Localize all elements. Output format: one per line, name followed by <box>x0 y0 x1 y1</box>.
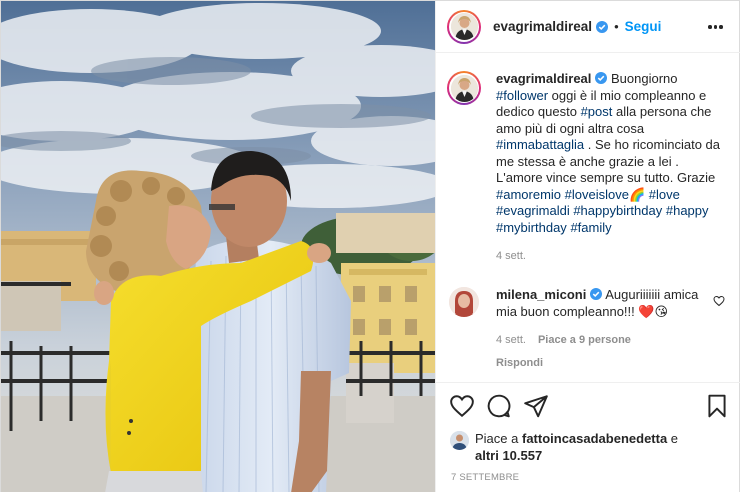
likes-text: Piace a fattoincasadabenedetta e altri 1… <box>475 431 678 464</box>
commenter-username[interactable]: milena_miconi <box>496 287 586 302</box>
caption-segment: 🌈 <box>628 186 646 202</box>
hashtag-link[interactable]: #mybirthday <box>496 220 567 235</box>
caption-segment: Buongiorno <box>607 71 678 86</box>
comment-meta: 4 sett. Piace a 9 persone <box>496 332 706 349</box>
author-avatar[interactable] <box>447 9 481 44</box>
likes-prefix: Piace a <box>475 431 522 446</box>
avatar-portrait-icon <box>450 13 478 40</box>
likes-count[interactable]: altri 10.557 <box>475 448 542 463</box>
caption-body: evagrimaldireal Buongiorno #follower ogg… <box>496 71 726 265</box>
commenter-avatar[interactable] <box>449 287 479 317</box>
comment-like-heart-icon[interactable] <box>713 295 725 307</box>
avatar-portrait-icon <box>450 431 469 450</box>
comment-bubble-icon[interactable] <box>486 393 512 419</box>
follow-button[interactable]: Segui <box>625 19 662 34</box>
caption-author-avatar[interactable] <box>447 71 481 105</box>
hashtag-link[interactable]: #happy <box>666 203 709 218</box>
liker-username[interactable]: fattoincasadabenedetta <box>522 431 667 446</box>
avatar-portrait-icon <box>449 287 479 317</box>
share-direct-icon[interactable] <box>523 393 549 419</box>
hashtag-link[interactable]: #happybirthday <box>573 203 662 218</box>
more-options-icon[interactable] <box>708 19 724 35</box>
caption-text: Buongiorno #follower oggi è il mio compl… <box>496 71 720 235</box>
separator-dot: • <box>614 19 619 34</box>
hashtag-link[interactable]: #amoremio <box>496 187 561 202</box>
hashtag-link[interactable]: #loveislove <box>565 187 629 202</box>
hashtag-link[interactable]: #love <box>649 187 680 202</box>
verified-badge-icon <box>590 288 603 300</box>
verified-badge-icon <box>595 72 608 84</box>
caption: evagrimaldireal Buongiorno #follower ogg… <box>447 71 737 265</box>
likes-summary: Piace a fattoincasadabenedetta e altri 1… <box>450 431 730 464</box>
comment-timestamp[interactable]: 4 sett. <box>496 332 526 349</box>
save-bookmark-icon[interactable] <box>704 393 730 419</box>
liker-avatar[interactable] <box>450 431 469 450</box>
post-header: evagrimaldireal • Segui <box>436 1 740 53</box>
post-sidebar: evagrimaldireal • Segui evagrimaldireal … <box>435 1 740 492</box>
post-photo[interactable] <box>1 1 435 492</box>
verified-badge-icon <box>596 20 609 33</box>
comment: milena_miconi Auguriiiiiii amica mia buo… <box>447 287 737 371</box>
reply-label: Rispondi <box>496 356 544 369</box>
comment-likes-count[interactable]: Piace a 9 persone <box>538 332 631 349</box>
hashtag-link[interactable]: #evagrimaldi <box>496 203 570 218</box>
hashtag-link[interactable]: #post <box>581 104 613 119</box>
action-bar <box>436 382 740 426</box>
hashtag-link[interactable]: #family <box>570 220 611 235</box>
likes-middle: e <box>667 431 679 446</box>
comment-body: milena_miconi Auguriiiiiii amica mia buo… <box>496 287 706 371</box>
hashtag-link[interactable]: #follower <box>496 88 548 103</box>
like-heart-icon[interactable] <box>449 393 475 419</box>
hashtag-link[interactable]: #immabattaglia <box>496 137 584 152</box>
photo-illustration <box>1 1 435 492</box>
caption-timestamp[interactable]: 4 sett. <box>496 248 726 265</box>
avatar-portrait-icon <box>450 74 478 102</box>
caption-username[interactable]: evagrimaldireal <box>496 71 591 86</box>
author-username[interactable]: evagrimaldireal <box>493 19 592 34</box>
post-date[interactable]: 7 SETTEMBRE <box>451 472 519 483</box>
reply-button[interactable]: Rispondi <box>496 355 706 372</box>
instagram-post: evagrimaldireal • Segui evagrimaldireal … <box>0 0 740 492</box>
